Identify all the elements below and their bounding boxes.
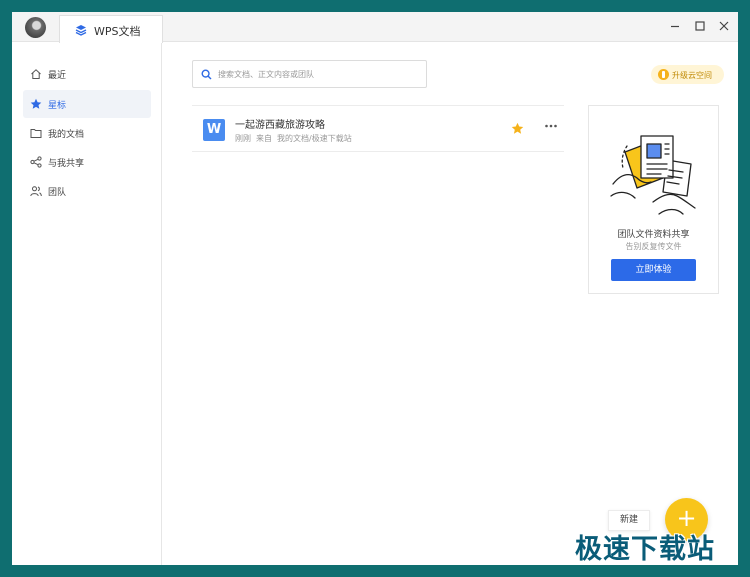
search-box[interactable] <box>192 60 427 88</box>
document-meta: 刚刚 来自 我的文档/极速下载站 <box>235 133 357 144</box>
more-options-icon[interactable] <box>544 120 558 132</box>
team-promo-card: 团队文件资料共享 告别反复传文件 立即体验 <box>588 105 719 294</box>
team-icon <box>30 186 42 197</box>
upgrade-label: 升级云空间 <box>672 71 712 80</box>
sidebar-item-label: 星标 <box>48 101 67 111</box>
app-window: WPS文档 最近 星标 我的文档 与我共享 团队 搜索文档、正文内容或团队 升级… <box>12 12 738 565</box>
document-time: 刚刚 <box>235 134 251 143</box>
maximize-button[interactable] <box>693 19 707 33</box>
sidebar-item-starred[interactable]: 星标 <box>23 90 151 118</box>
star-toggle-icon[interactable] <box>511 122 524 135</box>
share-icon <box>30 156 42 168</box>
sidebar-item-label: 最近 <box>48 71 67 81</box>
close-icon <box>719 21 729 31</box>
close-button[interactable] <box>717 19 731 33</box>
promo-subtitle: 告别反复传文件 <box>625 242 682 251</box>
layers-icon <box>75 25 87 36</box>
sidebar-item-label: 我的文档 <box>48 130 85 140</box>
minimize-button[interactable] <box>668 19 682 33</box>
document-source: 我的文档/极速下载站 <box>277 134 352 143</box>
word-doc-icon: W <box>203 119 225 141</box>
maximize-icon <box>695 21 705 31</box>
coin-icon <box>658 69 669 80</box>
document-source-prefix: 来自 <box>256 134 272 143</box>
sidebar-item-shared[interactable]: 与我共享 <box>23 148 151 176</box>
clock-icon <box>31 69 41 79</box>
promo-title: 团队文件资料共享 <box>617 230 690 240</box>
star-icon <box>30 98 42 109</box>
folder-icon <box>30 129 42 138</box>
document-title: 一起游西藏旅游攻略 <box>235 120 325 131</box>
tab-label: WPS文档 <box>94 25 141 38</box>
doc-type-letter: W <box>206 122 222 137</box>
sidebar: 最近 星标 我的文档 与我共享 团队 <box>12 43 162 565</box>
sidebar-item-team[interactable]: 团队 <box>23 177 151 205</box>
search-input[interactable] <box>218 66 418 83</box>
team-share-illustration <box>610 135 696 215</box>
sidebar-item-label: 与我共享 <box>48 159 85 169</box>
sidebar-item-my-docs[interactable]: 我的文档 <box>23 119 151 147</box>
tab-wps-docs[interactable]: WPS文档 <box>59 15 163 43</box>
document-row[interactable]: W 一起游西藏旅游攻略 刚刚 来自 我的文档/极速下载站 <box>192 105 564 152</box>
upgrade-storage-button[interactable]: 升级云空间 <box>651 65 724 84</box>
title-bar: WPS文档 <box>12 12 738 43</box>
avatar[interactable] <box>25 17 46 38</box>
sidebar-item-label: 团队 <box>48 188 67 198</box>
try-now-button[interactable]: 立即体验 <box>611 259 696 281</box>
search-icon <box>201 69 212 80</box>
minimize-icon <box>671 25 679 28</box>
sidebar-item-recent[interactable]: 最近 <box>23 60 151 88</box>
site-watermark: 极速下载站 <box>575 534 715 565</box>
